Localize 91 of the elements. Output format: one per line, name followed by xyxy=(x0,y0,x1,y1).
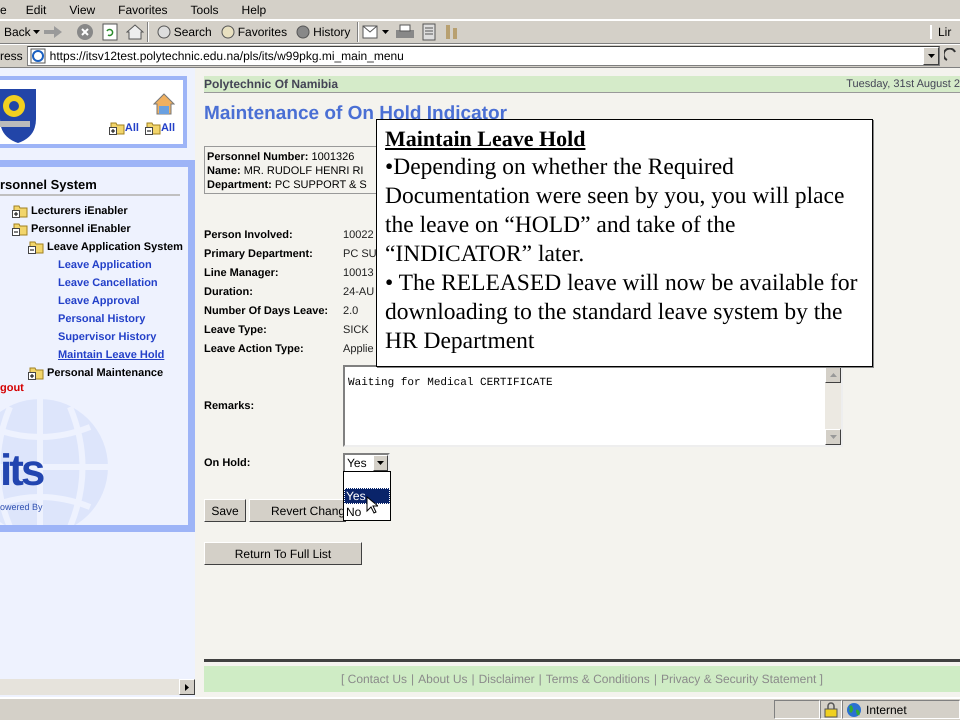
home-icon[interactable] xyxy=(153,93,175,115)
brand-logo: its xyxy=(0,449,42,493)
date-text: Tuesday, 31st August 2 xyxy=(846,78,960,90)
field-label: Person Involved: xyxy=(204,228,293,240)
caret-icon xyxy=(382,30,390,34)
callout-title: Maintain Leave Hold xyxy=(385,125,586,153)
field-value: 24-AU xyxy=(343,286,374,298)
menu-item[interactable]: View xyxy=(69,2,104,16)
remarks-field[interactable]: Waiting for Medical CERTIFICATE xyxy=(343,365,843,447)
caret-icon xyxy=(377,461,384,465)
cursor-icon xyxy=(366,496,378,514)
scroll-up-button[interactable] xyxy=(825,367,841,383)
collapse-all-link[interactable]: All xyxy=(144,121,175,135)
arrow-right-icon xyxy=(185,684,189,690)
caret-icon xyxy=(928,54,934,58)
separator-text: | xyxy=(411,672,414,686)
toolbar-button[interactable]: Favorites xyxy=(216,21,292,43)
menu-item[interactable]: e xyxy=(0,2,16,16)
on-hold-select[interactable]: Yes xyxy=(343,453,390,473)
field-value: 10013 xyxy=(343,266,374,278)
menu-link[interactable]: Leave Approval xyxy=(58,292,188,310)
separator-text: | xyxy=(654,672,657,686)
field-value: 2.0 xyxy=(343,304,358,316)
separator-text: | xyxy=(472,672,475,686)
expand-folder-icon[interactable] xyxy=(108,121,125,135)
field-label: Duration: xyxy=(204,286,253,298)
tree-item[interactable]: Personal Maintenance xyxy=(0,364,188,382)
refresh-icon[interactable] xyxy=(102,23,118,41)
menu-link[interactable]: Maintain Leave Hold xyxy=(58,346,188,364)
field-value: PC SU xyxy=(343,248,377,260)
dropdown-button[interactable] xyxy=(923,47,939,65)
field-label: Line Manager: xyxy=(204,266,279,278)
powered-by-text: owered By xyxy=(0,502,43,512)
caret-icon xyxy=(32,30,40,34)
field-value: SICK xyxy=(343,324,369,336)
toolbar-button[interactable]: History xyxy=(291,21,354,43)
home-icon[interactable] xyxy=(126,24,144,40)
menu-item[interactable]: Edit xyxy=(26,2,56,16)
url-text: https://itsv12test.polytechnic.edu.na/pls/its/w99pkg.mi_main_menu xyxy=(50,49,404,63)
expand-all-link[interactable]: All xyxy=(108,121,139,135)
callout-text: • The RELEASED leave will now be available for downloading to the standard leave system by the HR Department xyxy=(385,269,858,356)
menu-link[interactable]: Personal History xyxy=(58,310,188,328)
callout-text: •Depending on whether the Required Documentation were seen by you, you will place the leave on “HOLD” and take of the “INDICATOR” later. xyxy=(385,153,846,269)
zone-text: Internet xyxy=(866,702,907,716)
return-button[interactable]: Return To Full List xyxy=(204,542,362,565)
collapse-folder-icon[interactable] xyxy=(28,240,44,254)
save-button[interactable]: Save xyxy=(204,499,246,522)
menu-link[interactable]: Leave Application xyxy=(58,256,188,274)
links-label[interactable]: Lir xyxy=(930,25,960,39)
field-label: Remarks: xyxy=(204,400,254,412)
arrow-down-icon xyxy=(830,435,836,439)
field-label: Leave Action Type: xyxy=(204,342,304,354)
page-title: Maintenance of On Hold Indicator xyxy=(204,102,508,126)
menu-link[interactable]: Supervisor History xyxy=(58,328,188,346)
info-line: Name: MR. RUDOLF HENRI RI xyxy=(207,164,364,178)
info-line: Department: PC SUPPORT & S xyxy=(207,178,368,192)
arrow-up-icon xyxy=(830,373,836,377)
address-label: ress xyxy=(0,49,23,63)
menu-item[interactable]: Tools xyxy=(190,2,228,16)
info-line: Personnel Number: 1001326 xyxy=(207,150,356,164)
expand-folder-icon[interactable] xyxy=(12,204,28,218)
separator-text: | xyxy=(538,672,542,686)
collapse-folder-icon[interactable] xyxy=(12,222,28,236)
page-icon xyxy=(30,48,46,64)
tree-item[interactable]: Personnel iEnabler xyxy=(0,220,188,238)
menu-item[interactable]: Help xyxy=(242,2,276,16)
scroll-right-button[interactable] xyxy=(179,679,195,695)
collapse-folder-icon[interactable] xyxy=(144,121,161,135)
institution-name: Polytechnic Of Namibia xyxy=(204,77,338,91)
field-label: Leave Type: xyxy=(204,324,267,336)
toolbar-button[interactable]: Search xyxy=(152,21,216,43)
lock-icon xyxy=(824,702,838,718)
field-label: Number Of Days Leave: xyxy=(204,304,328,316)
print-icon[interactable] xyxy=(395,24,416,40)
globe-icon xyxy=(846,702,862,718)
scroll-down-button[interactable] xyxy=(825,429,841,445)
tree-item[interactable]: Leave Application System xyxy=(0,238,188,256)
field-value: 10022 xyxy=(343,228,374,240)
back-button[interactable]: Back xyxy=(0,21,44,43)
document-icon[interactable] xyxy=(421,23,438,41)
field-value: Applie xyxy=(343,342,374,354)
expand-folder-icon[interactable] xyxy=(28,366,44,380)
tree-item[interactable]: Lecturers iEnabler xyxy=(0,202,188,220)
address-field[interactable]: https://itsv12test.polytechnic.edu.na/pls/its/w99pkg.mi_main_menu xyxy=(26,46,940,66)
field-label: Primary Department: xyxy=(204,248,313,260)
field-label: On Hold: xyxy=(204,457,250,469)
section-title: rsonnel System xyxy=(0,177,180,196)
logout-link[interactable]: gout xyxy=(0,382,188,394)
menu-link[interactable]: Leave Cancellation xyxy=(58,274,188,292)
menu-item[interactable]: Favorites xyxy=(118,2,177,16)
stop-icon[interactable] xyxy=(76,23,94,41)
